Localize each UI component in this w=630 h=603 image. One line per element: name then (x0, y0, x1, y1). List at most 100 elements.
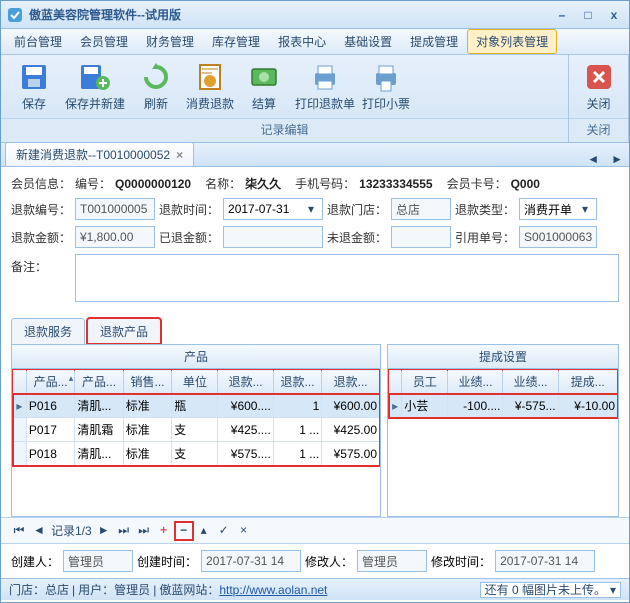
mtime-field: 2017-07-31 14 (495, 550, 595, 572)
pager-end[interactable]: ⏭ (136, 523, 152, 539)
pager-cancel[interactable]: × (236, 523, 252, 539)
member-name-label: 名称： (205, 175, 241, 192)
commission-grid[interactable]: 员工 业绩... 业绩... 提成... ▸小芸-100....¥-575...… (388, 369, 618, 418)
refund-time-field[interactable]: 2017-07-31▾ (223, 198, 323, 220)
pager-last[interactable]: ⏭ (116, 523, 132, 539)
print-receipt-button[interactable]: 打印小票 (359, 59, 413, 114)
pager-first[interactable]: ⏮ (11, 523, 27, 539)
document-tab[interactable]: 新建消费退款--T0010000052 × (5, 142, 194, 166)
remark-textarea[interactable] (75, 254, 619, 302)
pager-text: 记录1/3 (51, 522, 92, 539)
ribbon-group-edit-label: 记录编辑 (1, 118, 568, 142)
printer-icon (309, 61, 341, 93)
table-row[interactable]: ▸P016清肌...标准瓶¥600....1¥600.00 (13, 394, 380, 418)
minimize-button[interactable]: – (553, 8, 571, 22)
maximize-button[interactable]: □ (579, 8, 597, 22)
mtime-label: 修改时间： (431, 553, 491, 570)
member-info-label: 会员信息： (11, 175, 71, 192)
ref-label: 引用单号： (455, 229, 515, 246)
print-refund-button[interactable]: 打印退款单 (291, 59, 359, 114)
pager-next[interactable]: ► (96, 523, 112, 539)
save-new-icon (79, 61, 111, 93)
member-phone-label: 手机号码： (295, 175, 355, 192)
refund-type-field[interactable]: 消费开单▾ (519, 198, 597, 220)
settle-button[interactable]: 结算 (237, 59, 291, 114)
modifier-field: 管理员 (357, 550, 427, 572)
close-icon (583, 61, 615, 93)
refunded-label: 已退金额： (159, 229, 219, 246)
ctime-label: 创建时间： (137, 553, 197, 570)
menubar: 前台管理 会员管理 财务管理 库存管理 报表中心 基础设置 提成管理 对象列表管… (1, 29, 629, 55)
tab-close-icon[interactable]: × (176, 148, 183, 162)
save-button[interactable]: 保存 (7, 59, 61, 114)
window-title: 傲蓝美容院管理软件--试用版 (29, 6, 553, 23)
refund-no-label: 退款编号： (11, 201, 71, 218)
creator-field: 管理员 (63, 550, 133, 572)
unrefunded-field (391, 226, 451, 248)
document-tab-label: 新建消费退款--T0010000052 (16, 146, 170, 163)
product-grid[interactable]: 产品...▴ 产品... 销售... 单位 退款... 退款... 退款... … (12, 369, 380, 466)
table-row[interactable]: P018清肌...标准支¥575....1 ...¥575.00 (13, 442, 380, 466)
menu-report[interactable]: 报表中心 (269, 29, 335, 54)
menu-objectlist[interactable]: 对象列表管理 (467, 29, 557, 54)
status-store: 总店 (45, 581, 69, 598)
chevron-down-icon[interactable]: ▾ (304, 202, 318, 216)
pager-prev[interactable]: ◄ (31, 523, 47, 539)
refund-time-label: 退款时间： (159, 201, 219, 218)
creator-label: 创建人： (11, 553, 59, 570)
menu-member[interactable]: 会员管理 (71, 29, 137, 54)
member-id-label: 编号： (75, 175, 111, 192)
member-card-label: 会员卡号： (447, 175, 507, 192)
refund-amount-label: 退款金额： (11, 229, 71, 246)
tab-refund-product[interactable]: 退款产品 (87, 318, 161, 344)
menu-front[interactable]: 前台管理 (5, 29, 71, 54)
refund-store-label: 退款门店： (327, 201, 387, 218)
settle-icon (248, 61, 280, 93)
table-row[interactable]: P017清肌霜标准支¥425....1 ...¥425.00 (13, 418, 380, 442)
tab-nav-right[interactable]: ► (605, 152, 629, 166)
printer2-icon (370, 61, 402, 93)
refunded-field (223, 226, 323, 248)
refund-no-field: T001000005 (75, 198, 155, 220)
refresh-icon (140, 61, 172, 93)
status-site-link[interactable]: http://www.aolan.net (219, 583, 327, 597)
status-site-label: 傲蓝网站： (159, 581, 219, 598)
pager-add[interactable]: + (156, 523, 172, 539)
modifier-label: 修改人： (305, 553, 353, 570)
remark-label: 备注： (11, 254, 71, 275)
save-icon (18, 61, 50, 93)
close-doc-button[interactable]: 关闭 (575, 59, 622, 114)
pager-edit[interactable]: ▴ (196, 523, 212, 539)
refresh-button[interactable]: 刷新 (129, 59, 183, 114)
ribbon-group-close-label: 关闭 (569, 118, 628, 142)
refund-store-field: 总店 (391, 198, 451, 220)
menu-commission[interactable]: 提成管理 (401, 29, 467, 54)
menu-finance[interactable]: 财务管理 (137, 29, 203, 54)
app-icon (7, 7, 23, 23)
table-row[interactable]: ▸小芸-100....¥-575...¥-10.00 (389, 394, 618, 418)
pager-remove[interactable]: − (176, 523, 192, 539)
save-new-button[interactable]: 保存并新建 (61, 59, 129, 114)
upload-status-dropdown[interactable]: 还有 0 幅图片未上传。▾ (480, 582, 621, 598)
member-id: Q0000000120 (115, 177, 191, 191)
menu-base[interactable]: 基础设置 (335, 29, 401, 54)
tab-nav-left[interactable]: ◄ (581, 152, 605, 166)
refund-amount-field: ¥1,800.00 (75, 226, 155, 248)
close-button[interactable]: x (605, 8, 623, 22)
ref-field[interactable]: S0010000632 (519, 226, 597, 248)
member-name: 柒久久 (245, 175, 281, 192)
status-user-label: 用户： (78, 581, 114, 598)
unrefunded-label: 未退金额： (327, 229, 387, 246)
refund-button[interactable]: 消费退款 (183, 59, 237, 114)
chevron-down-icon[interactable]: ▾ (578, 202, 592, 216)
tab-refund-service[interactable]: 退款服务 (11, 318, 85, 344)
menu-stock[interactable]: 库存管理 (203, 29, 269, 54)
refund-icon (194, 61, 226, 93)
ctime-field: 2017-07-31 14 (201, 550, 301, 572)
status-user: 管理员 (114, 581, 150, 598)
refund-type-label: 退款类型： (455, 201, 515, 218)
member-card: Q000 (511, 177, 540, 191)
status-store-label: 门店： (9, 581, 45, 598)
product-grid-title: 产品 (12, 345, 380, 369)
pager-check[interactable]: ✓ (216, 523, 232, 539)
